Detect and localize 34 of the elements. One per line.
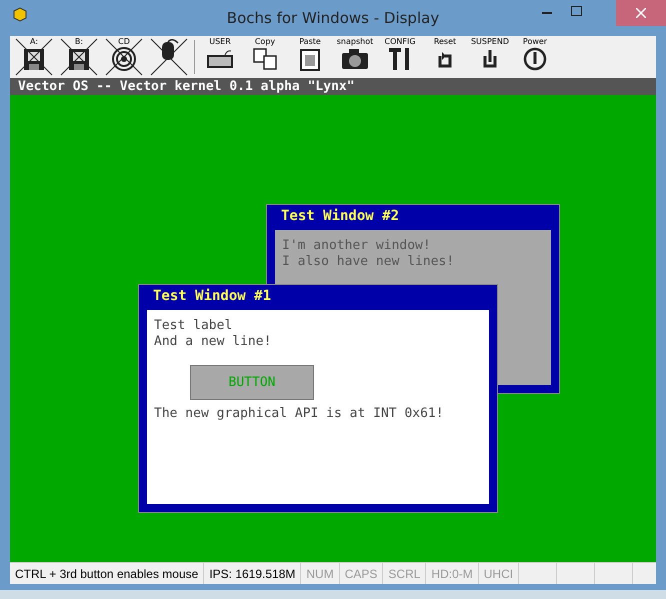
- toolbar-button[interactable]: CONFIG: [380, 37, 420, 77]
- camera-icon: [340, 46, 370, 72]
- window-title: Test Window #1: [152, 287, 272, 306]
- window-title: Bochs for Windows - Display: [226, 8, 440, 29]
- cross-icon: [14, 37, 54, 77]
- close-icon: [636, 8, 646, 18]
- toolbar-button[interactable]: Power: [515, 37, 555, 77]
- status-text: SCRL: [383, 563, 426, 584]
- toolbar-button[interactable]: snapshot: [335, 37, 375, 77]
- window-text: I also have new lines!: [282, 254, 456, 270]
- status-text: HD:0-M: [426, 563, 479, 584]
- minimize-icon[interactable]: [542, 12, 552, 15]
- window-title: Test Window #2: [280, 207, 400, 226]
- window-text: And a new line!: [154, 334, 272, 350]
- toolbar-button[interactable]: Copy: [245, 37, 285, 77]
- status-text: CTRL + 3rd button enables mouse: [10, 563, 204, 584]
- toolbar-button[interactable]: USER: [200, 37, 240, 77]
- status-text: IPS: 1619.518M: [204, 563, 302, 584]
- toolbar-button[interactable]: SUSPEND: [470, 37, 510, 77]
- cdrom-icon: [109, 46, 139, 72]
- cross-icon: [59, 37, 99, 77]
- window-text: Test label: [154, 318, 234, 334]
- header-bar: Vector OS -- Vector kernel 0.1 alpha "Lynx": [10, 78, 656, 95]
- toolbar-button[interactable]: Reset: [425, 37, 465, 77]
- toolbar-button[interactable]: Paste: [290, 37, 330, 77]
- cross-icon: [104, 37, 144, 77]
- window-text: I'm another window!: [282, 238, 432, 254]
- status-text: UHCI: [478, 563, 520, 584]
- status-text: NUM: [301, 563, 340, 584]
- close-button[interactable]: [616, 0, 666, 26]
- cross-icon: [149, 37, 189, 77]
- window-text: The new graphical API is at INT 0x61!: [154, 406, 445, 422]
- maximize-icon[interactable]: [571, 6, 582, 16]
- status-text: CAPS: [340, 563, 384, 584]
